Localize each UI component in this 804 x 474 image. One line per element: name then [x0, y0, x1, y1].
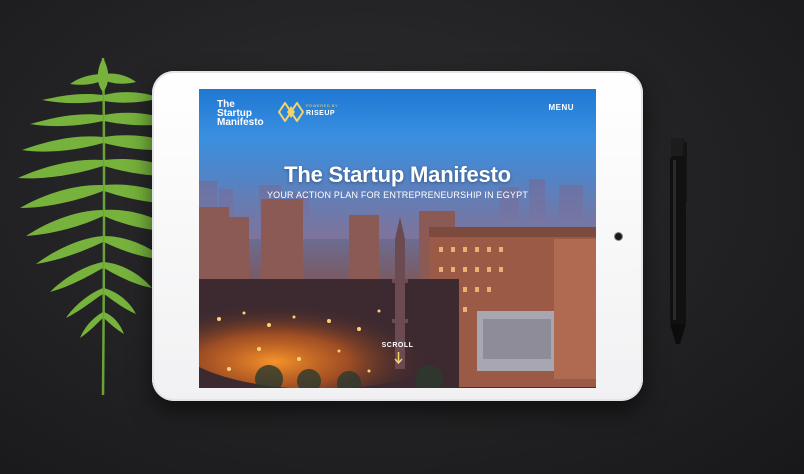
- riseup-partner-logo[interactable]: POWERED BY RISEUP: [278, 101, 348, 123]
- tablet-device: The Startup Manifesto POWERED BY RISEUP …: [152, 71, 643, 401]
- riseup-diamond-icon: [278, 102, 304, 122]
- scroll-label[interactable]: SCROLL: [199, 342, 596, 349]
- tablet-camera: [615, 233, 622, 240]
- hero-subtitle: YOUR ACTION PLAN FOR ENTREPRENEURSHIP IN…: [266, 190, 529, 200]
- menu-button[interactable]: MENU: [548, 103, 574, 112]
- pen-decoration: [670, 138, 687, 344]
- arrow-down-icon[interactable]: [394, 352, 403, 364]
- logo-line-3: Manifesto: [217, 117, 264, 128]
- powered-by-label: POWERED BY: [306, 103, 339, 108]
- hero-title: The Startup Manifesto: [284, 162, 511, 187]
- site-logo[interactable]: The Startup Manifesto: [217, 100, 277, 128]
- website-screen: The Startup Manifesto POWERED BY RISEUP …: [199, 89, 596, 388]
- riseup-name: RISEUP: [306, 110, 336, 117]
